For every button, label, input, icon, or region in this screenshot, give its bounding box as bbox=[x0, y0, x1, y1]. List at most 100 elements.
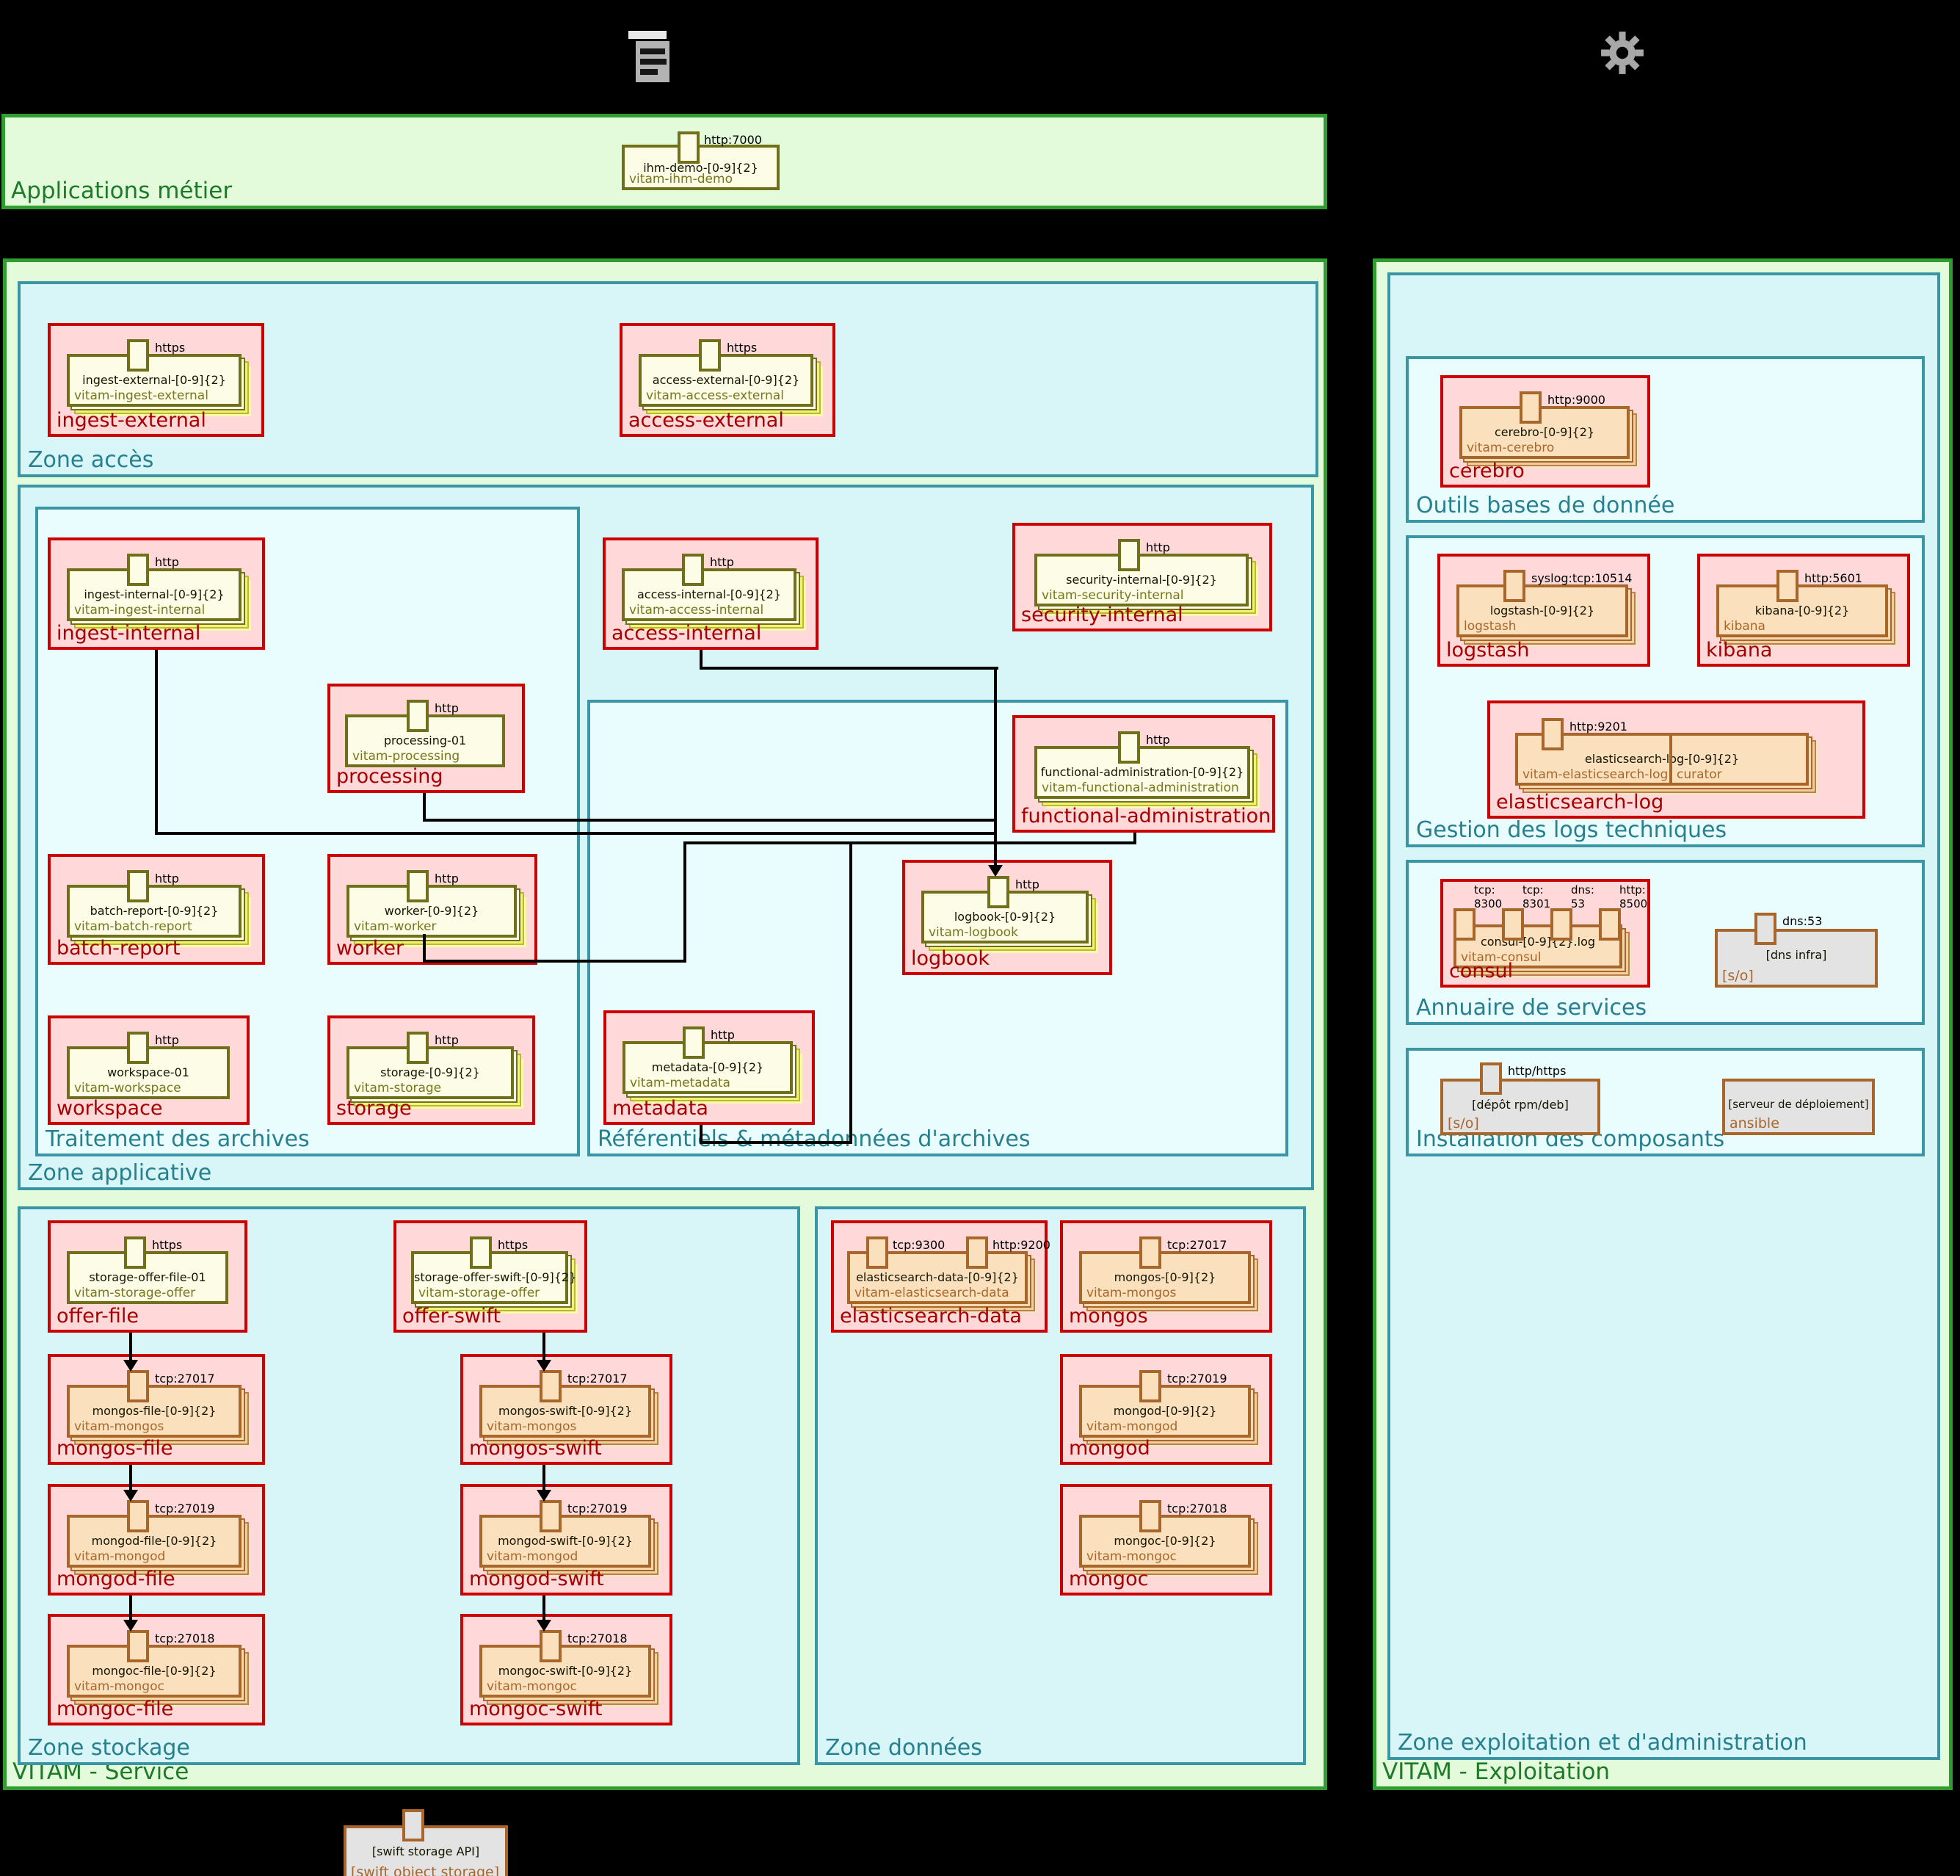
package-name: logstash bbox=[1464, 619, 1517, 634]
port-label: http bbox=[155, 872, 179, 886]
port-label: tcp:27017 bbox=[1167, 1238, 1227, 1252]
port-icon bbox=[407, 1032, 429, 1064]
package-name: vitam-elasticsearch-data bbox=[854, 1286, 1009, 1300]
instance-name: ingest-internal-[0-9]{2} bbox=[70, 587, 239, 601]
component-label: mongos-file bbox=[57, 1437, 173, 1460]
component-consul: consul-[0-9]{2}.log vitam-consul tcp: 83… bbox=[1440, 879, 1650, 988]
connector-worker bbox=[423, 934, 426, 963]
package-name: [swift object storage] bbox=[351, 1864, 499, 1876]
package-name: vitam-mongoc bbox=[74, 1679, 164, 1694]
component-ingest-external: ingest-external-[0-9]{2} vitam-ingest-ex… bbox=[48, 323, 264, 437]
port-label: dns:53 bbox=[1782, 914, 1822, 928]
port-label: http bbox=[435, 701, 459, 715]
package-name: vitam-storage-offer bbox=[74, 1286, 195, 1300]
port-label: http:9000 bbox=[1547, 393, 1605, 407]
connector-functional-administration bbox=[683, 841, 1136, 844]
port-icon bbox=[699, 339, 721, 372]
port-number: 8301 bbox=[1522, 897, 1550, 911]
node-card: logstash-[0-9]{2} logstash bbox=[1456, 584, 1628, 637]
port-label: tcp:27018 bbox=[155, 1631, 215, 1645]
component-depot-rpm-deb: [dépôt rpm/deb] [s/o] http/https bbox=[1440, 1079, 1600, 1135]
node-card: access-internal-[0-9]{2} vitam-access-in… bbox=[622, 568, 796, 621]
node-card: ihm-demo-[0-9]{2} vitam-ihm-demo bbox=[622, 145, 780, 190]
package-name: [s/o] bbox=[1722, 968, 1754, 984]
arrowhead-mongod-swift bbox=[537, 1490, 551, 1502]
node-card: kibana-[0-9]{2} kibana bbox=[1716, 584, 1888, 637]
port-icon bbox=[127, 1032, 149, 1064]
node-card: ingest-external-[0-9]{2} vitam-ingest-ex… bbox=[67, 354, 242, 407]
component-mongoc-file: mongoc-file-[0-9]{2} vitam-mongoc tcp:27… bbox=[48, 1614, 265, 1725]
component-access-external: access-external-[0-9]{2} vitam-access-ex… bbox=[620, 323, 835, 437]
component-label: mongoc-swift bbox=[469, 1698, 602, 1720]
zone-label: Zone données bbox=[825, 1735, 982, 1761]
package-name: vitam-ingest-internal bbox=[74, 603, 205, 618]
component-label: cerebro bbox=[1449, 460, 1525, 482]
component-logbook: logbook-[0-9]{2} vitam-logbook http logb… bbox=[902, 860, 1112, 975]
connector-mongod-mongoc-swift bbox=[542, 1596, 545, 1623]
package-name: vitam-cerebro bbox=[1467, 441, 1554, 455]
component-security-internal: security-internal-[0-9]{2} vitam-securit… bbox=[1012, 523, 1272, 631]
port-icon bbox=[407, 870, 429, 902]
node-card: functional-administration-[0-9]{2} vitam… bbox=[1034, 746, 1250, 799]
deployment-diagram: Applications métier VITAM - Service Zone… bbox=[0, 0, 1960, 1876]
component-mongos: mongos-[0-9]{2} vitam-mongos tcp:27017 m… bbox=[1060, 1220, 1272, 1333]
port-icon bbox=[540, 1630, 562, 1662]
component-label: security-internal bbox=[1021, 604, 1183, 626]
port-icon bbox=[1550, 908, 1572, 941]
instance-name: storage-offer-file-01 bbox=[70, 1270, 225, 1284]
component-label: logbook bbox=[911, 947, 990, 970]
connector-offer-swift-mongos bbox=[542, 1333, 545, 1363]
component-label: access-internal bbox=[611, 622, 761, 645]
node-card: access-external-[0-9]{2} vitam-access-ex… bbox=[639, 354, 813, 407]
port-label: http:5601 bbox=[1804, 571, 1862, 585]
instance-name: mongod-[0-9]{2} bbox=[1082, 1404, 1248, 1418]
connector-to-logbook bbox=[994, 667, 997, 866]
zone-label: Traitement des archives bbox=[46, 1126, 310, 1152]
component-ihm-demo: ihm-demo-[0-9]{2} vitam-ihm-demo http:70… bbox=[622, 131, 827, 193]
port-proto: dns: bbox=[1571, 883, 1594, 897]
connector-worker bbox=[423, 960, 686, 963]
component-label: kibana bbox=[1706, 639, 1772, 662]
component-label: mongos-swift bbox=[469, 1437, 602, 1460]
arrowhead-logbook bbox=[988, 865, 1003, 877]
component-label: offer-swift bbox=[402, 1305, 501, 1328]
gear-icon bbox=[1597, 26, 1647, 79]
port-proto: tcp: bbox=[1522, 883, 1550, 897]
package-name: vitam-worker bbox=[354, 919, 437, 934]
component-label: storage bbox=[336, 1097, 412, 1120]
component-label: logstash bbox=[1446, 639, 1530, 662]
port-label: tcp:27019 bbox=[155, 1502, 215, 1515]
port-label: http bbox=[711, 1028, 735, 1042]
instance-name: worker-[0-9]{2} bbox=[349, 904, 514, 918]
connector-metadata bbox=[700, 1141, 852, 1144]
port-label: http: 8500 bbox=[1619, 883, 1647, 911]
port-icon bbox=[127, 339, 149, 372]
node-card: cerebro-[0-9]{2} vitam-cerebro bbox=[1459, 406, 1630, 459]
instance-name: mongoc-[0-9]{2} bbox=[1082, 1534, 1248, 1548]
package-name: vitam-batch-report bbox=[74, 919, 192, 934]
zone-label: Applications métier bbox=[11, 178, 232, 204]
package-name: vitam-ihm-demo bbox=[629, 172, 733, 186]
component-label: worker bbox=[336, 937, 404, 960]
port-number: 53 bbox=[1571, 897, 1594, 911]
port-label: https bbox=[727, 341, 757, 355]
component-label: mongos bbox=[1069, 1305, 1148, 1328]
port-icon bbox=[402, 1809, 424, 1841]
package-name: vitam-functional-administration bbox=[1042, 781, 1239, 795]
instance-name: security-internal-[0-9]{2} bbox=[1037, 573, 1246, 587]
port-label: https bbox=[155, 341, 185, 355]
component-metadata: metadata-[0-9]{2} vitam-metadata http me… bbox=[603, 1010, 815, 1125]
port-icon bbox=[127, 554, 149, 586]
port-icon bbox=[1453, 908, 1476, 941]
instance-name: [dépôt rpm/deb] bbox=[1443, 1098, 1597, 1112]
component-mongoc-swift: mongoc-swift-[0-9]{2} vitam-mongoc tcp:2… bbox=[460, 1614, 672, 1725]
instance-name: processing-01 bbox=[348, 734, 502, 747]
component-label: workspace bbox=[57, 1097, 163, 1120]
port-icon bbox=[470, 1236, 492, 1269]
instance-name: consul-[0-9]{2}.log bbox=[1456, 935, 1619, 949]
port-label: https bbox=[152, 1238, 182, 1252]
port-label: syslog:tcp:10514 bbox=[1531, 571, 1632, 585]
package-name: vitam-processing bbox=[352, 749, 460, 764]
package-name: vitam-mongoc bbox=[1086, 1549, 1177, 1564]
instance-name: access-internal-[0-9]{2} bbox=[625, 587, 794, 601]
